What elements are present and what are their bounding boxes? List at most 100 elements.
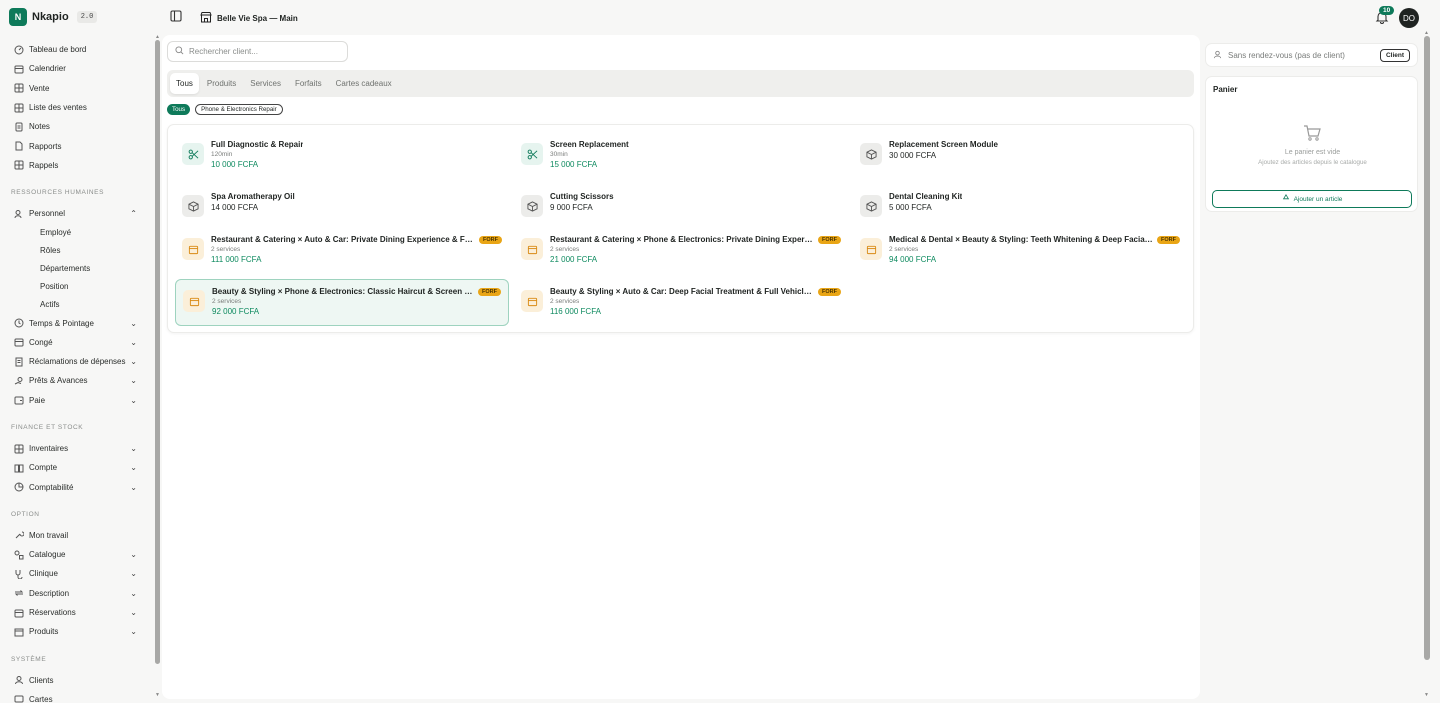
- package-badge: FORF: [479, 235, 502, 244]
- section-option-heading: Option: [11, 510, 40, 518]
- package-icon: [860, 238, 882, 260]
- select-client-button[interactable]: Client: [1379, 48, 1410, 62]
- sidebar-item-personnel[interactable]: Personnel ⌃: [0, 204, 155, 223]
- sidebar-item-clinic[interactable]: Clinique ⌄: [0, 564, 155, 583]
- catalog-item[interactable]: Restaurant & Catering × Auto & Car: Priv…: [175, 228, 509, 275]
- sidebar-toggle-icon[interactable]: [170, 10, 182, 22]
- sidebar-item-label: Inventaires: [29, 444, 69, 453]
- sidebar-item-sale[interactable]: Vente: [0, 79, 155, 98]
- stethoscope-icon: [13, 568, 24, 579]
- section-finance-heading: Finance et stock: [11, 423, 84, 431]
- sidebar-subitem-departments[interactable]: Départements: [0, 259, 155, 277]
- sidebar-scroll-down-arrow[interactable]: ▼: [155, 692, 160, 698]
- chip-all[interactable]: Tous: [167, 104, 191, 115]
- chevron-up-icon: ⌃: [130, 209, 137, 219]
- sidebar-item-time[interactable]: Temps & Pointage ⌄: [0, 313, 155, 332]
- sidebar-item-expenses[interactable]: Réclamations de dépenses ⌄: [0, 352, 155, 371]
- package-badge: FORF: [1157, 235, 1180, 244]
- avatar[interactable]: DO: [1399, 8, 1419, 28]
- search-input[interactable]: [189, 47, 339, 56]
- catalog-item[interactable]: Replacement Screen Module 30 000 FCFA: [853, 133, 1187, 180]
- sidebar-item-label: Notes: [29, 122, 50, 132]
- sidebar-item-catalogue[interactable]: Catalogue ⌄: [0, 545, 155, 564]
- sidebar-item-accounting[interactable]: Comptabilité ⌄: [0, 477, 155, 496]
- item-services-count: 2 services: [550, 298, 580, 305]
- chevron-down-icon: ⌄: [130, 588, 137, 598]
- sidebar-item-my-work[interactable]: Mon travail: [0, 526, 155, 545]
- box-icon: [13, 626, 24, 637]
- sidebar-scrollbar[interactable]: [155, 40, 160, 664]
- item-price: 10 000 FCFA: [211, 160, 259, 169]
- sidebar-item-calendar[interactable]: Calendrier: [0, 59, 155, 78]
- sidebar-item-label: Vente: [29, 83, 50, 93]
- tab-all[interactable]: Tous: [170, 73, 199, 94]
- search-icon: [175, 46, 184, 57]
- sidebar-item-reports[interactable]: Rapports: [0, 136, 155, 155]
- sidebar-item-leave[interactable]: Congé ⌄: [0, 333, 155, 352]
- sidebar-item-sales-list[interactable]: Liste des ventes: [0, 98, 155, 117]
- chevron-down-icon: ⌄: [130, 444, 137, 453]
- sidebar-item-reminders[interactable]: Rappels: [0, 156, 155, 175]
- client-search[interactable]: [167, 41, 348, 62]
- sidebar-item-payroll[interactable]: Paie ⌄: [0, 391, 155, 410]
- page-scrollbar[interactable]: [1424, 36, 1430, 660]
- catalog-item[interactable]: Full Diagnostic & Repair 120min 10 000 F…: [175, 133, 509, 180]
- sidebar-item-reservations[interactable]: Réservations ⌄: [0, 603, 155, 622]
- catalog-item[interactable]: Screen Replacement 30min 15 000 FCFA: [514, 133, 848, 180]
- grid-icon: [13, 160, 24, 171]
- tab-gift-cards[interactable]: Cartes cadeaux: [330, 73, 398, 94]
- sidebar-item-label: Prêts & Avances: [29, 376, 88, 386]
- version-badge: 2.0: [76, 11, 98, 23]
- catalog-item[interactable]: Cutting Scissors 9 000 FCFA: [514, 185, 848, 232]
- sidebar-item-cards[interactable]: Cartes: [0, 690, 155, 703]
- sidebar-item-label: Mon travail: [29, 530, 69, 540]
- section-system-heading: Système: [11, 655, 47, 663]
- sidebar-subitem-roles[interactable]: Rôles: [0, 241, 155, 259]
- walkin-label: Sans rendez-vous (pas de client): [1228, 50, 1345, 60]
- sidebar-item-dashboard[interactable]: Tableau de bord: [0, 40, 155, 59]
- sidebar-item-clients[interactable]: Clients: [0, 671, 155, 690]
- chip-phone-electronics[interactable]: Phone & Electronics Repair: [195, 104, 283, 115]
- brand[interactable]: N Nkapio 2.0: [9, 8, 98, 26]
- walkin-client-bar: Sans rendez-vous (pas de client) Client: [1205, 43, 1418, 67]
- package-icon: [183, 290, 205, 312]
- catalog-item[interactable]: Beauty & Styling × Auto & Car: Deep Faci…: [514, 280, 848, 327]
- sidebar-item-label: Cartes: [29, 694, 53, 703]
- catalog-item-selected[interactable]: Beauty & Styling × Phone & Electronics: …: [175, 279, 509, 326]
- sidebar-item-description[interactable]: Description ⌄: [0, 584, 155, 603]
- sidebar-item-inventories[interactable]: Inventaires ⌄: [0, 439, 155, 458]
- catalog-item[interactable]: Dental Cleaning Kit 5 000 FCFA: [853, 185, 1187, 232]
- tab-packages[interactable]: Forfaits: [289, 73, 328, 94]
- tab-products[interactable]: Produits: [201, 73, 242, 94]
- sidebar-item-products[interactable]: Produits ⌄: [0, 622, 155, 641]
- package-icon: [521, 238, 543, 260]
- add-item-button[interactable]: Ajouter un article: [1212, 190, 1412, 208]
- catalog-item[interactable]: Spa Aromatherapy Oil 14 000 FCFA: [175, 185, 509, 232]
- item-name: Beauty & Styling × Auto & Car: Deep Faci…: [550, 287, 814, 296]
- chevron-down-icon: ⌄: [130, 337, 137, 347]
- item-price: 14 000 FCFA: [211, 203, 259, 212]
- item-price: 30 000 FCFA: [889, 151, 937, 160]
- users-icon: [13, 208, 24, 219]
- sidebar-subitem-position[interactable]: Position: [0, 277, 155, 295]
- catalog-item[interactable]: Restaurant & Catering × Phone & Electron…: [514, 228, 848, 275]
- sidebar-nav: Tableau de bord Calendrier Vente Liste d…: [0, 40, 155, 703]
- item-name: Full Diagnostic & Repair: [211, 140, 304, 149]
- package-badge: FORF: [478, 287, 501, 296]
- sidebar-item-label: Catalogue: [29, 550, 66, 560]
- chevron-down-icon: ⌄: [130, 569, 137, 579]
- sidebar-item-label: Réclamations de dépenses: [29, 357, 126, 367]
- cart-panel: Panier Le panier est vide Ajoutez des ar…: [1205, 76, 1418, 212]
- chevron-down-icon: ⌄: [130, 627, 137, 637]
- sidebar-subitem-employee[interactable]: Employé: [0, 223, 155, 241]
- sidebar-subitem-assets[interactable]: Actifs: [0, 295, 155, 313]
- calendar-icon: [13, 337, 24, 348]
- tab-services[interactable]: Services: [244, 73, 287, 94]
- catalog-item[interactable]: Medical & Dental × Beauty & Styling: Tee…: [853, 228, 1187, 275]
- sidebar-item-notes[interactable]: Notes: [0, 117, 155, 136]
- sidebar-item-loans[interactable]: Prêts & Avances ⌄: [0, 371, 155, 390]
- store-selector[interactable]: Belle Vie Spa — Main: [200, 11, 298, 25]
- sidebar-item-account[interactable]: Compte ⌄: [0, 458, 155, 477]
- item-price: 111 000 FCFA: [211, 255, 262, 264]
- page-scroll-down-arrow[interactable]: ▼: [1424, 692, 1429, 698]
